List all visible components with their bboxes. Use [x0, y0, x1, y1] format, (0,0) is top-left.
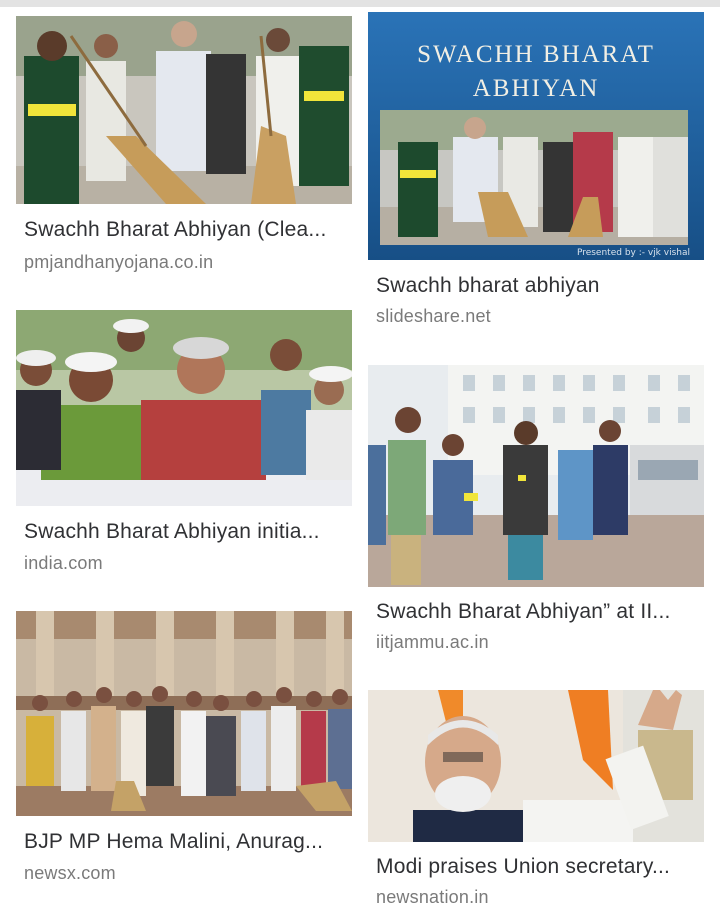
result-source[interactable]: india.com: [24, 553, 346, 574]
result-thumbnail[interactable]: [16, 16, 352, 204]
image-result-card[interactable]: SWACHH BHARAT ABHIYAN Presented by :- vj…: [368, 12, 704, 332]
result-title[interactable]: Swachh bharat abhiyan: [376, 274, 698, 298]
result-title[interactable]: Swachh Bharat Abhiyan initia...: [24, 520, 346, 544]
result-source[interactable]: newsnation.in: [376, 887, 698, 908]
result-source[interactable]: iitjammu.ac.in: [376, 632, 698, 653]
slide-title-line-1: SWACHH BHARAT: [417, 41, 655, 68]
result-title[interactable]: BJP MP Hema Malini, Anurag...: [24, 830, 346, 854]
result-thumbnail[interactable]: [368, 690, 704, 842]
slide-title-line-2: ABHIYAN: [472, 75, 600, 102]
result-thumbnail[interactable]: [368, 365, 704, 587]
result-thumbnail[interactable]: [16, 611, 352, 816]
result-title[interactable]: Modi praises Union secretary...: [376, 855, 698, 879]
top-divider: [0, 0, 720, 7]
image-result-card[interactable]: Swachh Bharat Abhiyan (Clea... pmjandhan…: [16, 16, 352, 286]
slide-credit: Presented by :- vjk vishal: [576, 248, 690, 258]
result-title[interactable]: Swachh Bharat Abhiyan” at II...: [376, 600, 698, 624]
result-source[interactable]: slideshare.net: [376, 306, 698, 327]
image-result-card[interactable]: Swachh Bharat Abhiyan” at II... iitjammu…: [368, 365, 704, 655]
result-source[interactable]: newsx.com: [24, 863, 346, 884]
result-title[interactable]: Swachh Bharat Abhiyan (Clea...: [24, 218, 346, 242]
result-thumbnail[interactable]: [16, 310, 352, 506]
result-source[interactable]: pmjandhanyojana.co.in: [24, 252, 346, 273]
image-result-card[interactable]: Modi praises Union secretary... newsnati…: [368, 690, 704, 907]
image-result-card[interactable]: BJP MP Hema Malini, Anurag... newsx.com: [16, 611, 352, 891]
image-result-card[interactable]: Swachh Bharat Abhiyan initia... india.co…: [16, 310, 352, 580]
result-thumbnail[interactable]: SWACHH BHARAT ABHIYAN Presented by :- vj…: [368, 12, 704, 260]
